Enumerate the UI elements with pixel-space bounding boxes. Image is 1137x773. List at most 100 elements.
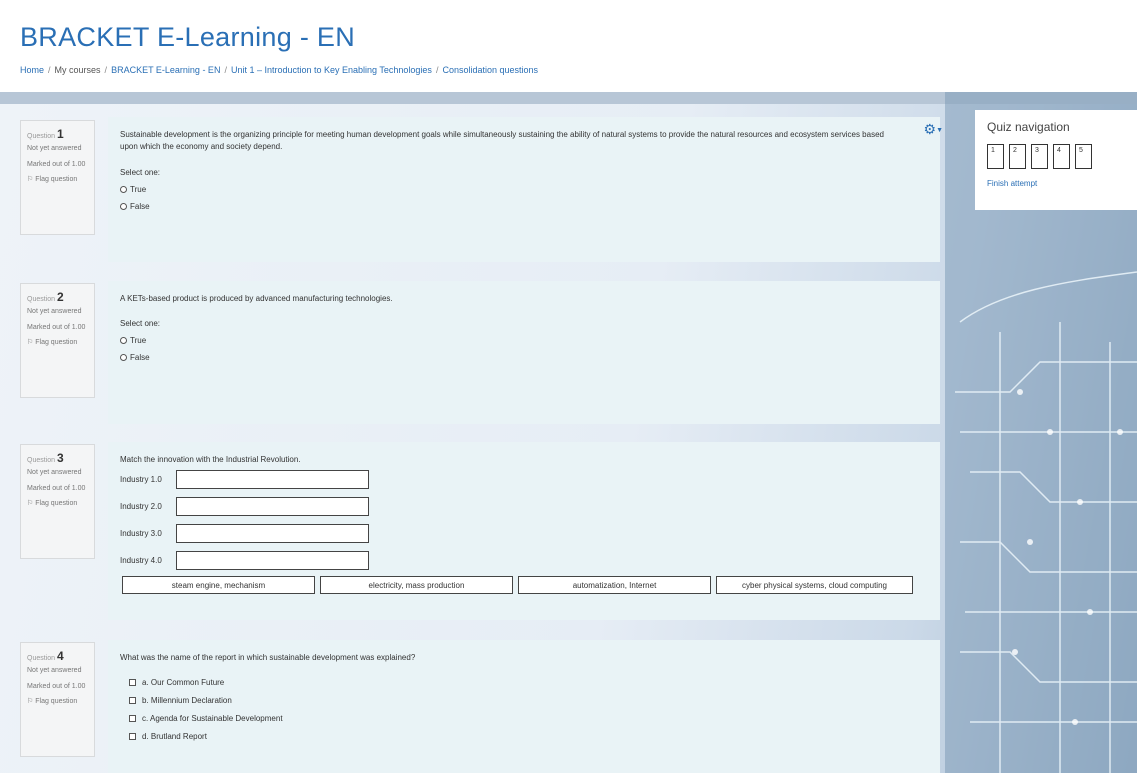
- answer-option-c[interactable]: c. Agenda for Sustainable Development: [129, 714, 928, 723]
- question-content-1: ⚙▼ Sustainable development is the organi…: [108, 117, 943, 262]
- flag-label: Flag question: [35, 339, 78, 347]
- quiz-nav-button-4[interactable]: 4: [1053, 144, 1070, 169]
- match-row-label: Industry 2.0: [120, 502, 162, 512]
- radio-icon[interactable]: [120, 337, 127, 345]
- question-marks: Marked out of 1.00: [27, 484, 86, 492]
- quiz-nav-button-1[interactable]: 1: [987, 144, 1004, 169]
- question-state: Not yet answered: [27, 667, 82, 675]
- answer-option-b[interactable]: b. Millennium Declaration: [129, 696, 928, 705]
- drag-choice-3[interactable]: automatization, Internet: [518, 576, 711, 595]
- question-info-2: Question 2 Not yet answered Marked out of…: [20, 283, 95, 398]
- option-label: True: [130, 336, 147, 346]
- checkbox-icon[interactable]: [129, 715, 136, 723]
- drag-choice-2[interactable]: electricity, mass production: [320, 576, 513, 595]
- question-prefix: Question: [27, 655, 56, 662]
- page-title: BRACKET E-Learning - EN: [20, 22, 356, 52]
- question-marks: Marked out of 1.00: [27, 160, 86, 168]
- flag-icon: ⚐: [27, 500, 36, 508]
- flag-label: Flag question: [35, 500, 78, 508]
- finish-attempt-link[interactable]: Finish attempt: [987, 179, 1125, 188]
- question-info-3: Question 3 Not yet answered Marked out of…: [20, 444, 95, 559]
- quiz-nav-button-2[interactable]: 2: [1009, 144, 1026, 169]
- answer-option-true[interactable]: True: [120, 185, 928, 194]
- flag-icon: ⚐: [27, 698, 36, 706]
- drag-choice-4[interactable]: cyber physical systems, cloud computing: [716, 576, 913, 595]
- question-number: Question 4: [27, 648, 88, 664]
- match-row-label: Industry 3.0: [120, 529, 162, 539]
- drop-zone-3[interactable]: [176, 524, 369, 544]
- select-one-label: Select one:: [120, 167, 161, 177]
- breadcrumb-home[interactable]: Home: [20, 65, 44, 75]
- match-row-label: Industry 4.0: [120, 556, 162, 566]
- question-info-4: Question 4 Not yet answered Marked out of…: [20, 642, 95, 757]
- gear-icon[interactable]: ⚙▼: [924, 121, 944, 138]
- match-row-3: Industry 3.0: [120, 524, 928, 544]
- question-state: Not yet answered: [27, 308, 82, 316]
- breadcrumb-unit[interactable]: Unit 1 – Introduction to Key Enabling Te…: [231, 65, 432, 75]
- question-marks: Marked out of 1.00: [27, 323, 86, 331]
- question-marks: Marked out of 1.00: [27, 682, 86, 690]
- option-label: False: [130, 201, 150, 211]
- question-prefix: Question: [27, 296, 56, 303]
- select-one-label: Select one:: [120, 319, 161, 329]
- answer-option-false[interactable]: False: [120, 353, 928, 362]
- quiz-navigation-title: Quiz navigation: [987, 120, 1070, 134]
- question-text: Sustainable development is the organizin…: [120, 130, 884, 152]
- checkbox-icon[interactable]: [129, 679, 136, 687]
- flag-question-toggle[interactable]: ⚐ Flag question: [27, 499, 88, 508]
- flag-question-toggle[interactable]: ⚐ Flag question: [27, 697, 88, 706]
- breadcrumb-quiz[interactable]: Consolidation questions: [442, 65, 538, 75]
- option-label: True: [130, 184, 147, 194]
- drop-zone-1[interactable]: [176, 470, 369, 490]
- question-number-value: 2: [57, 290, 64, 304]
- option-label: b. Millennium Declaration: [142, 696, 232, 706]
- flag-question-toggle[interactable]: ⚐ Flag question: [27, 338, 88, 347]
- question-number: Question 2: [27, 289, 88, 305]
- page-header: BRACKET E-Learning - EN Home / My courses /…: [0, 0, 1137, 92]
- option-label: False: [130, 353, 150, 363]
- drag-choices: steam engine, mechanism electricity, mas…: [122, 576, 928, 595]
- question-content-4: What was the name of the report in which…: [108, 640, 940, 773]
- answer-option-d[interactable]: d. Brutland Report: [129, 732, 928, 741]
- breadcrumb: Home / My courses / BRACKET E-Learning - EN /…: [20, 65, 539, 75]
- quiz-navigation-panel: Quiz navigation 1 2 3 4 5 Finish attempt: [975, 110, 1137, 210]
- option-label: c. Agenda for Sustainable Development: [142, 714, 283, 724]
- drop-zone-2[interactable]: [176, 497, 369, 517]
- flag-icon: ⚐: [27, 176, 36, 184]
- checkbox-icon[interactable]: [129, 697, 136, 705]
- answer-option-false[interactable]: False: [120, 202, 928, 211]
- option-label: d. Brutland Report: [142, 732, 207, 742]
- match-row-label: Industry 1.0: [120, 475, 162, 485]
- question-prefix: Question: [27, 133, 56, 140]
- question-prefix: Question: [27, 457, 56, 464]
- question-content-2: A KETs-based product is produced by adva…: [108, 281, 940, 424]
- quiz-nav-button-5[interactable]: 5: [1075, 144, 1092, 169]
- radio-icon[interactable]: [120, 354, 127, 362]
- quiz-navigation-buttons: 1 2 3 4 5: [987, 144, 1125, 169]
- breadcrumb-course[interactable]: BRACKET E-Learning - EN: [111, 65, 220, 75]
- flag-label: Flag question: [35, 698, 78, 706]
- question-info-1: Question 1 Not yet answered Marked out of…: [20, 120, 95, 235]
- flag-question-toggle[interactable]: ⚐ Flag question: [27, 175, 88, 184]
- radio-icon[interactable]: [120, 185, 127, 193]
- question-number-value: 4: [57, 649, 64, 663]
- question-text: What was the name of the report in which…: [120, 653, 416, 662]
- option-label: a. Our Common Future: [142, 678, 225, 688]
- answer-option-a[interactable]: a. Our Common Future: [129, 678, 928, 687]
- breadcrumb-my-courses: My courses: [54, 65, 101, 75]
- match-row-2: Industry 2.0: [120, 497, 928, 517]
- question-text: A KETs-based product is produced by adva…: [120, 294, 393, 303]
- match-row-4: Industry 4.0: [120, 551, 928, 571]
- answer-option-true[interactable]: True: [120, 336, 928, 345]
- drop-zone-4[interactable]: [176, 551, 369, 571]
- radio-icon[interactable]: [120, 202, 127, 210]
- checkbox-icon[interactable]: [129, 733, 136, 741]
- question-number: Question 1: [27, 126, 88, 142]
- drag-choice-1[interactable]: steam engine, mechanism: [122, 576, 315, 595]
- match-row-1: Industry 1.0: [120, 470, 928, 490]
- question-number: Question 3: [27, 450, 88, 466]
- question-content-3: Match the innovation with the Industrial…: [108, 442, 940, 620]
- question-state: Not yet answered: [27, 145, 82, 153]
- quiz-nav-button-3[interactable]: 3: [1031, 144, 1048, 169]
- question-number-value: 1: [57, 127, 64, 141]
